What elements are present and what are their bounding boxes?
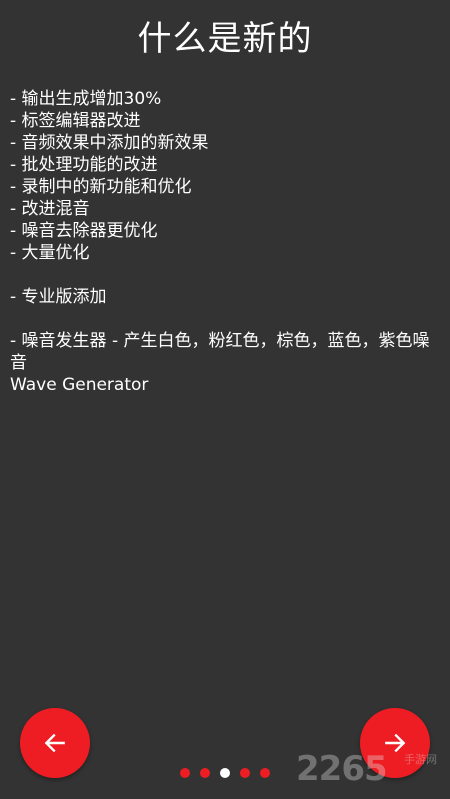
page-dot[interactable] [240,768,250,778]
changelog-blank-line [10,264,432,286]
changelog-line: - 噪音发生器 - 产生白色，粉红色，棕色，蓝色，紫色噪音 [10,331,430,373]
watermark-subtext: 手游网 [404,753,437,766]
changelog-line: - 改进混音 [10,199,90,219]
watermark-logo: 2265 手游网 [296,747,437,791]
changelog-line: - 标签编辑器改进 [10,111,141,131]
changelog-line: - 大量优化 [10,243,90,263]
changelog-line: - 专业版添加 [10,287,107,307]
changelog-content: - 输出生成增加30% - 标签编辑器改进 - 音频效果中添加的新效果 - 批处… [10,88,432,396]
changelog-line: - 噪音去除器更优化 [10,221,158,241]
changelog-line: - 录制中的新功能和优化 [10,177,192,197]
page-dot[interactable] [220,768,230,778]
page-title: 什么是新的 [137,19,313,59]
page-dot[interactable] [180,768,190,778]
changelog-line: - 音频效果中添加的新效果 [10,133,209,153]
changelog-blank-line [10,308,432,330]
page-dot[interactable] [200,768,210,778]
changelog-line: - 批处理功能的改进 [10,155,158,175]
page-dot[interactable] [260,768,270,778]
changelog-line: - 输出生成增加30% [10,89,162,109]
changelog-line: Wave Generator [10,375,149,395]
watermark-text: 2265 [296,749,388,789]
arrow-left-icon [44,733,65,753]
